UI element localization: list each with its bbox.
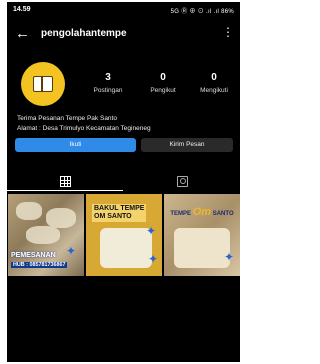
- tempe-chunk: [16, 202, 42, 220]
- post-3-om: Om: [192, 206, 212, 218]
- post-3-right: SANTO: [212, 211, 234, 217]
- sparkle-icon: ✦: [66, 244, 77, 258]
- profile-username: pengolahantempe: [41, 28, 127, 39]
- status-time: 14.59: [13, 6, 31, 13]
- grid-icon: [59, 176, 71, 187]
- followers-count: 0: [160, 72, 166, 83]
- back-arrow-icon[interactable]: ←: [15, 26, 30, 42]
- post-thumbnail-1[interactable]: ✦ PEMESANAN HUB : 085781736867: [8, 194, 84, 276]
- post-thumbnail-2[interactable]: BAKUL TEMPE OM SANTO ✦ ✦: [86, 194, 162, 276]
- post-2-title-line-2: OM SANTO: [94, 213, 132, 220]
- sparkle-icon: ✦: [224, 250, 235, 264]
- tab-tagged[interactable]: [124, 172, 240, 190]
- status-indicators: 5G Ⓡ ⊕ ⊙ .ıl .ıl 86%: [170, 9, 234, 15]
- profile-bio: Terima Pesanan Tempe Pak Santo Alamat : …: [17, 114, 151, 134]
- book-logo-icon: [33, 76, 53, 92]
- status-bar: 14.59 5G Ⓡ ⊕ ⊙ .ıl .ıl 86%: [7, 2, 240, 18]
- post-thumbnail-3[interactable]: TEMPE Om SANTO ✦: [164, 194, 240, 276]
- instagram-profile-screen: 14.59 5G Ⓡ ⊕ ⊙ .ıl .ıl 86% ← pengolahant…: [7, 2, 240, 362]
- tempe-image: [100, 228, 152, 268]
- posts-count: 3: [105, 72, 111, 83]
- sparkle-icon: ✦: [148, 252, 159, 266]
- bio-line-1: Terima Pesanan Tempe Pak Santo: [17, 115, 117, 122]
- post-1-line-1: PEMESANAN: [11, 252, 56, 259]
- more-vertical-icon[interactable]: ⋮: [222, 25, 234, 39]
- stat-followers[interactable]: 0 Pengikut: [138, 72, 188, 94]
- stat-following[interactable]: 0 Mengikuti: [189, 72, 239, 94]
- post-1-line-2: HUB : 085781736867: [11, 262, 68, 268]
- sparkle-icon: ✦: [146, 224, 157, 238]
- post-2-title-line-1: BAKUL TEMPE: [94, 205, 145, 212]
- follow-button[interactable]: Ikuti: [15, 138, 136, 152]
- message-button[interactable]: Kirim Pesan: [141, 138, 233, 152]
- posts-grid: ✦ PEMESANAN HUB : 085781736867 BAKUL TEM…: [8, 194, 240, 276]
- post-3-banner: TEMPE Om SANTO: [164, 206, 240, 218]
- tagged-icon: [176, 176, 188, 187]
- posts-label: Postingan: [93, 87, 123, 94]
- tempe-chunk: [26, 226, 60, 244]
- profile-header: ← pengolahantempe ⋮: [7, 24, 240, 46]
- post-3-left: TEMPE: [170, 211, 192, 217]
- stat-posts[interactable]: 3 Postingan: [83, 72, 133, 94]
- following-label: Mengikuti: [200, 87, 228, 94]
- post-2-title: BAKUL TEMPE OM SANTO: [92, 204, 147, 222]
- tempe-image: [174, 228, 230, 268]
- bio-line-2: Alamat : Desa Trimulyo Kecamatan Teginen…: [17, 125, 151, 132]
- profile-tabs: [7, 172, 240, 192]
- tab-posts-grid[interactable]: [7, 172, 123, 191]
- followers-label: Pengikut: [150, 87, 176, 94]
- avatar[interactable]: [21, 62, 65, 106]
- tempe-chunk: [46, 208, 76, 228]
- following-count: 0: [211, 72, 217, 83]
